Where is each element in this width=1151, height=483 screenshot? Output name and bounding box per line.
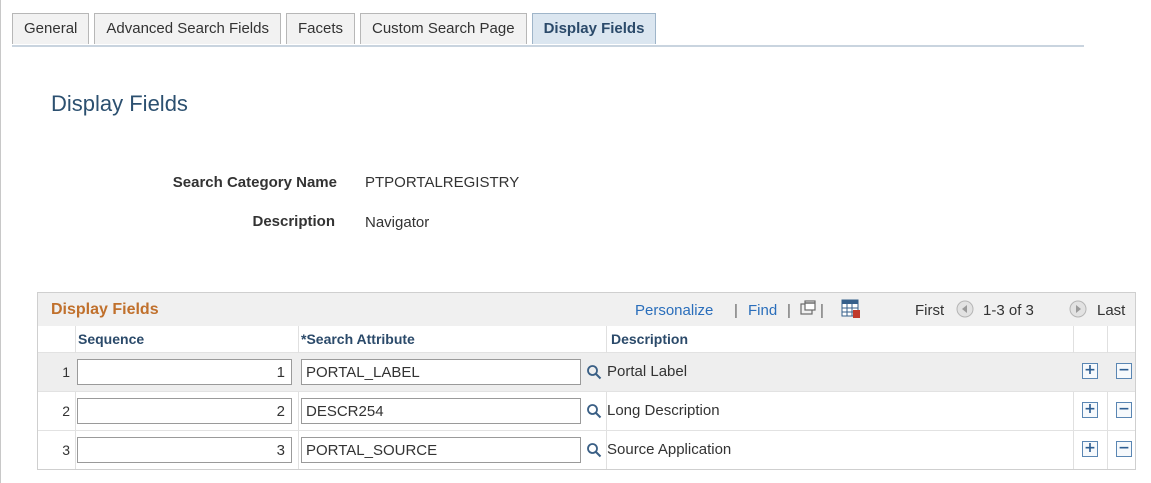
tab-facets[interactable]: Facets <box>285 13 355 44</box>
previous-arrow-icon[interactable] <box>956 300 974 323</box>
row-number: 1 <box>62 364 70 380</box>
search-category-name-label: Search Category Name <box>172 174 337 191</box>
row-number: 3 <box>62 442 70 458</box>
column-header-sequence[interactable]: Sequence <box>78 326 144 352</box>
column-header-description[interactable]: Description <box>611 326 688 352</box>
add-row-button[interactable]: + <box>1082 441 1098 457</box>
table-row: 2 Long Description + − <box>38 392 1135 431</box>
last-label: Last <box>1097 302 1126 319</box>
nav-separator: | <box>820 302 824 319</box>
description-value: Navigator <box>365 214 430 231</box>
column-header-search-attribute[interactable]: *Search Attribute <box>301 326 415 352</box>
tab-bar: General Advanced Search Fields Facets Cu… <box>12 13 661 45</box>
grid-title: Display Fields <box>51 301 159 318</box>
sequence-input[interactable] <box>77 359 292 385</box>
tab-general[interactable]: General <box>12 13 90 44</box>
delete-row-button[interactable]: − <box>1116 363 1132 379</box>
sequence-input[interactable] <box>77 437 292 463</box>
page-left-border <box>0 0 1 483</box>
search-attribute-input[interactable] <box>301 398 581 424</box>
delete-row-button[interactable]: − <box>1116 402 1132 418</box>
next-arrow-icon[interactable] <box>1069 300 1087 323</box>
search-attribute-input[interactable] <box>301 437 581 463</box>
tab-underline <box>12 45 1084 47</box>
find-link[interactable]: Find <box>748 302 777 319</box>
lookup-magnifier-icon[interactable] <box>586 364 602 385</box>
lookup-magnifier-icon[interactable] <box>586 403 602 424</box>
table-row: 1 Portal Label + − <box>38 353 1135 392</box>
lookup-magnifier-icon[interactable] <box>586 442 602 463</box>
search-category-name-value: PTPORTALREGISTRY <box>365 174 520 191</box>
table-row: 3 Source Application + − <box>38 431 1135 469</box>
row-description: Portal Label <box>607 363 688 380</box>
delete-row-button[interactable]: − <box>1116 441 1132 457</box>
row-description: Long Description <box>607 402 720 419</box>
nav-separator: | <box>734 302 738 319</box>
description-label: Description <box>252 213 335 230</box>
download-to-excel-icon[interactable] <box>841 299 861 324</box>
add-row-button[interactable]: + <box>1082 402 1098 418</box>
add-row-button[interactable]: + <box>1082 363 1098 379</box>
display-fields-grid: Display Fields Personalize | Find | | Fi… <box>37 292 1136 470</box>
page-title: Display Fields <box>51 91 188 116</box>
personalize-link[interactable]: Personalize <box>635 302 713 319</box>
row-description: Source Application <box>607 441 732 458</box>
sequence-input[interactable] <box>77 398 292 424</box>
row-range: 1-3 of 3 <box>983 302 1034 319</box>
first-label: First <box>915 302 945 319</box>
column-header-row <box>38 326 1135 353</box>
nav-separator: | <box>787 302 791 319</box>
new-window-icon[interactable] <box>799 299 817 322</box>
tab-advanced-search-fields[interactable]: Advanced Search Fields <box>94 13 281 44</box>
grid-header: Display Fields Personalize | Find | | Fi… <box>38 293 1135 327</box>
search-attribute-input[interactable] <box>301 359 581 385</box>
tab-custom-search-page[interactable]: Custom Search Page <box>359 13 527 44</box>
row-number: 2 <box>62 403 70 419</box>
tab-display-fields[interactable]: Display Fields <box>531 13 657 44</box>
